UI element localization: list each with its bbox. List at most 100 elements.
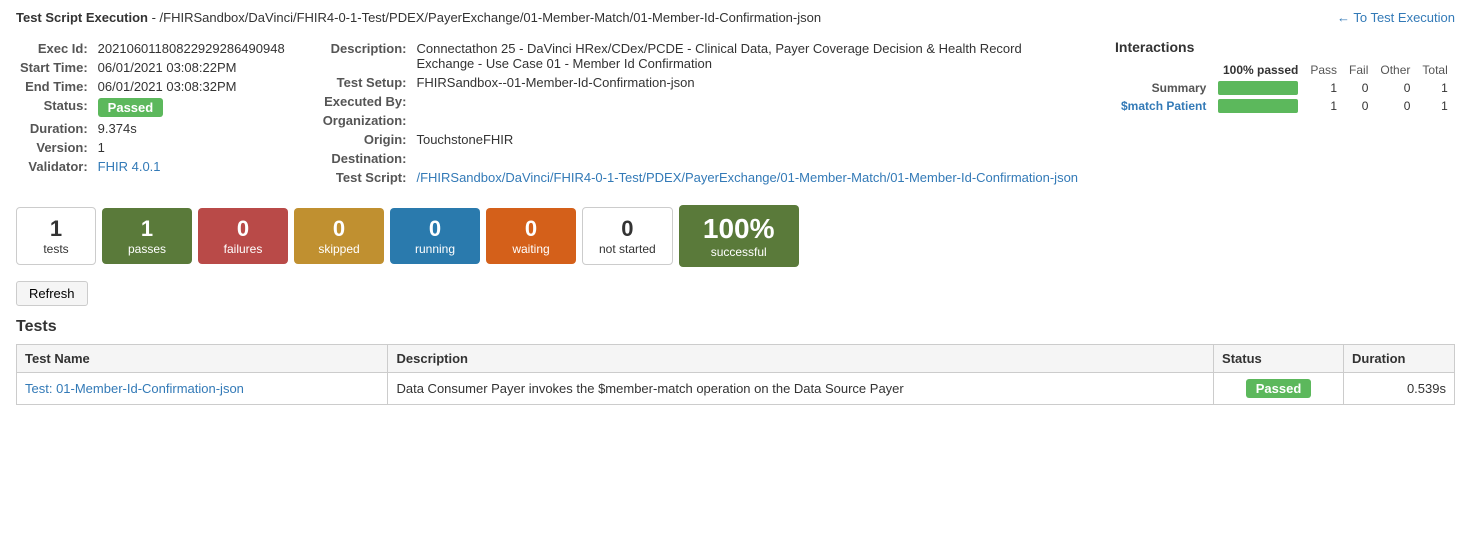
origin-label: Origin: bbox=[319, 130, 413, 149]
interactions-row: $match Patient1001 bbox=[1115, 97, 1454, 115]
tests-section-title: Tests bbox=[16, 318, 1455, 336]
interactions-row-total: 1 bbox=[1416, 97, 1453, 115]
interactions-row-link[interactable]: $match Patient bbox=[1121, 99, 1206, 113]
progress-bar-outer bbox=[1218, 99, 1298, 113]
executed-by-label: Executed By: bbox=[319, 92, 413, 111]
status-badge: Passed bbox=[98, 98, 164, 117]
start-time-value: 06/01/2021 03:08:22PM bbox=[94, 58, 289, 77]
validator-link[interactable]: FHIR 4.0.1 bbox=[98, 159, 161, 174]
stat-failures-num: 0 bbox=[214, 216, 272, 242]
description-label: Description: bbox=[319, 39, 413, 73]
stat-tests-num: 1 bbox=[33, 216, 79, 242]
col-pass-header: Pass bbox=[1304, 61, 1343, 79]
destination-label: Destination: bbox=[319, 149, 413, 168]
tests-col-status: Status bbox=[1214, 345, 1344, 373]
stat-running-num: 0 bbox=[406, 216, 464, 242]
stat-successful-num: 100% bbox=[695, 213, 783, 245]
test-setup-value: FHIRSandbox--01-Member-Id-Confirmation-j… bbox=[412, 73, 1085, 92]
stat-skipped-label: skipped bbox=[310, 242, 368, 256]
back-link[interactable]: To Test Execution bbox=[1337, 10, 1455, 25]
stat-failures: 0 failures bbox=[198, 208, 288, 264]
interactions-row: Summary1001 bbox=[1115, 79, 1454, 97]
interactions-row-pass: 1 bbox=[1304, 79, 1343, 97]
stat-running-label: running bbox=[406, 242, 464, 256]
interactions-row-total: 1 bbox=[1416, 79, 1453, 97]
validator-value: FHIR 4.0.1 bbox=[94, 157, 289, 176]
status-label: Status: bbox=[16, 96, 94, 119]
stat-skipped-num: 0 bbox=[310, 216, 368, 242]
table-row: Test: 01-Member-Id-Confirmation-jsonData… bbox=[17, 373, 1455, 405]
stat-running: 0 running bbox=[390, 208, 480, 264]
stats-row: 1 tests 1 passes 0 failures 0 skipped 0 … bbox=[16, 205, 1455, 267]
title-main: Test Script Execution bbox=[16, 10, 148, 25]
status-value: Passed bbox=[94, 96, 289, 119]
stat-passes-label: passes bbox=[118, 242, 176, 256]
test-script-link[interactable]: /FHIRSandbox/DaVinci/FHIR4-0-1-Test/PDEX… bbox=[416, 170, 1078, 185]
stat-waiting: 0 waiting bbox=[486, 208, 576, 264]
exec-info: Exec Id: 20210601180822929286490948 Star… bbox=[16, 39, 289, 187]
test-status-cell: Passed bbox=[1214, 373, 1344, 405]
interactions-row-fail: 0 bbox=[1343, 79, 1374, 97]
interactions-row-label: Summary bbox=[1115, 79, 1212, 97]
stat-tests: 1 tests bbox=[16, 207, 96, 265]
page-header: Test Script Execution - /FHIRSandbox/DaV… bbox=[16, 10, 1455, 25]
progress-bar-outer bbox=[1218, 81, 1298, 95]
col-passed-header: 100% passed bbox=[1212, 61, 1304, 79]
exec-id-label: Exec Id: bbox=[16, 39, 94, 58]
description-value: Connectathon 25 - DaVinci HRex/CDex/PCDE… bbox=[412, 39, 1085, 73]
test-setup-label: Test Setup: bbox=[319, 73, 413, 92]
destination-value bbox=[412, 149, 1085, 168]
interactions-table: 100% passed Pass Fail Other Total Summar… bbox=[1115, 61, 1454, 115]
stat-waiting-num: 0 bbox=[502, 216, 560, 242]
stat-passes-num: 1 bbox=[118, 216, 176, 242]
organization-value bbox=[412, 111, 1085, 130]
refresh-button[interactable]: Refresh bbox=[16, 281, 88, 306]
origin-value: TouchstoneFHIR bbox=[412, 130, 1085, 149]
tests-col-duration: Duration bbox=[1344, 345, 1455, 373]
stat-waiting-label: waiting bbox=[502, 242, 560, 256]
progress-bar-inner bbox=[1218, 99, 1298, 113]
title-subtitle: - /FHIRSandbox/DaVinci/FHIR4-0-1-Test/PD… bbox=[148, 10, 821, 25]
end-time-label: End Time: bbox=[16, 77, 94, 96]
col-fail-header: Fail bbox=[1343, 61, 1374, 79]
stat-skipped: 0 skipped bbox=[294, 208, 384, 264]
interactions-panel: Interactions 100% passed Pass Fail Other… bbox=[1115, 39, 1455, 187]
info-section: Exec Id: 20210601180822929286490948 Star… bbox=[16, 39, 1455, 187]
interactions-title: Interactions bbox=[1115, 39, 1455, 55]
organization-label: Organization: bbox=[319, 111, 413, 130]
version-label: Version: bbox=[16, 138, 94, 157]
stat-successful: 100% successful bbox=[679, 205, 799, 267]
test-info: Description: Connectathon 25 - DaVinci H… bbox=[319, 39, 1085, 187]
tests-col-description: Description bbox=[388, 345, 1214, 373]
tests-col-name: Test Name bbox=[17, 345, 388, 373]
stat-failures-label: failures bbox=[214, 242, 272, 256]
tests-table: Test Name Description Status Duration Te… bbox=[16, 344, 1455, 405]
col-total-header: Total bbox=[1416, 61, 1453, 79]
executed-by-value bbox=[412, 92, 1085, 111]
test-duration-cell: 0.539s bbox=[1344, 373, 1455, 405]
duration-value: 9.374s bbox=[94, 119, 289, 138]
test-status-badge: Passed bbox=[1246, 379, 1312, 398]
stat-tests-label: tests bbox=[33, 242, 79, 256]
end-time-value: 06/01/2021 03:08:32PM bbox=[94, 77, 289, 96]
exec-id-value: 20210601180822929286490948 bbox=[94, 39, 289, 58]
version-value: 1 bbox=[94, 138, 289, 157]
start-time-label: Start Time: bbox=[16, 58, 94, 77]
interactions-row-progress bbox=[1212, 79, 1304, 97]
progress-bar-inner bbox=[1218, 81, 1298, 95]
stat-successful-label: successful bbox=[695, 245, 783, 259]
stat-passes: 1 passes bbox=[102, 208, 192, 264]
duration-label: Duration: bbox=[16, 119, 94, 138]
interactions-row-pass: 1 bbox=[1304, 97, 1343, 115]
page-title: Test Script Execution - /FHIRSandbox/DaV… bbox=[16, 10, 821, 25]
interactions-row-other: 0 bbox=[1374, 97, 1416, 115]
col-other-header: Other bbox=[1374, 61, 1416, 79]
stat-not-started-label: not started bbox=[599, 242, 656, 256]
stat-not-started: 0 not started bbox=[582, 207, 673, 265]
col-label-header bbox=[1115, 61, 1212, 79]
test-name-cell: Test: 01-Member-Id-Confirmation-json bbox=[17, 373, 388, 405]
test-name-link[interactable]: Test: 01-Member-Id-Confirmation-json bbox=[25, 381, 244, 396]
interactions-row-label[interactable]: $match Patient bbox=[1115, 97, 1212, 115]
test-script-value: /FHIRSandbox/DaVinci/FHIR4-0-1-Test/PDEX… bbox=[412, 168, 1085, 187]
interactions-row-fail: 0 bbox=[1343, 97, 1374, 115]
